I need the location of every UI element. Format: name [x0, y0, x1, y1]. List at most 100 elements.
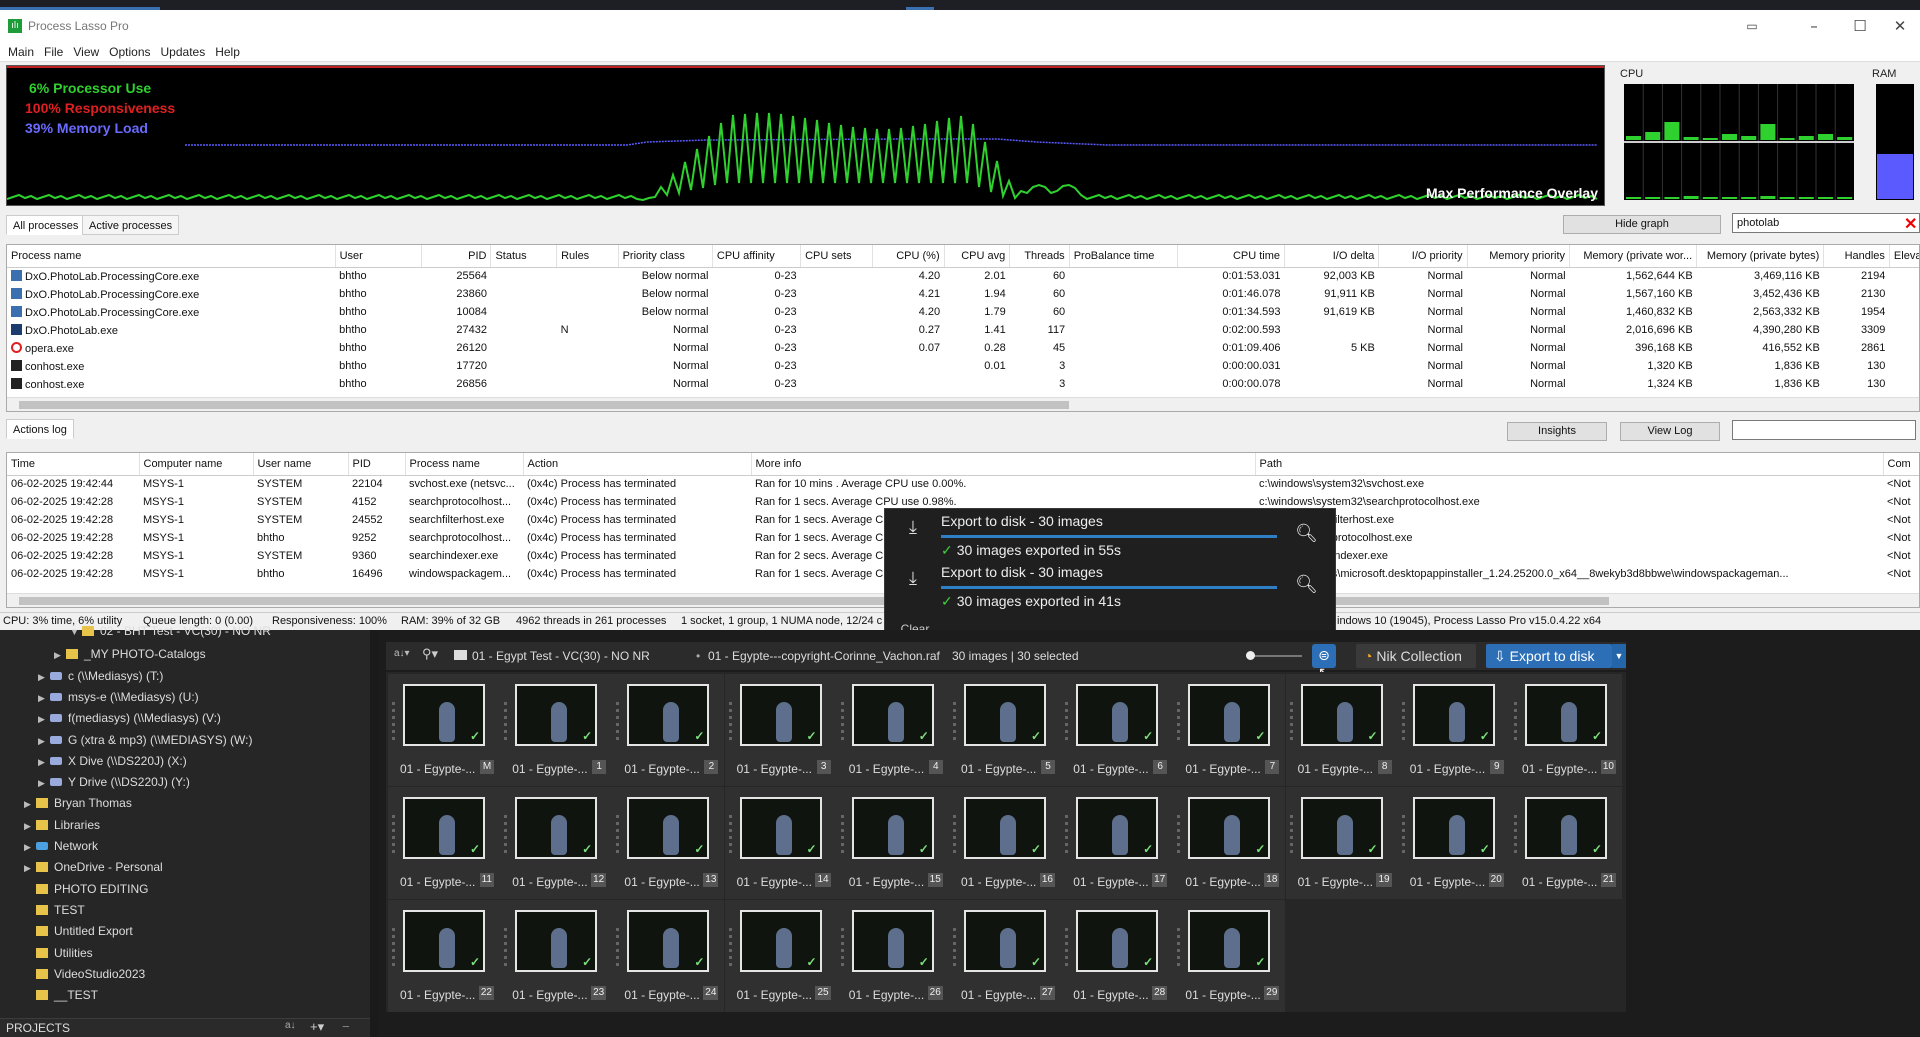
- process-row[interactable]: DxO.PhotoLab.ProcessingCore.exe bhtho 2556…: [7, 267, 1919, 285]
- rating-dots[interactable]: [1289, 702, 1293, 742]
- image-thumbnail[interactable]: ✓ 01 - Egypte-... 19: [1285, 787, 1398, 899]
- folder-tree-item[interactable]: Untitled Export: [24, 924, 133, 938]
- process-column-header[interactable]: CPU (%): [872, 245, 945, 268]
- image-thumbnail[interactable]: ✓ 01 - Egypte-... 20: [1397, 787, 1510, 899]
- image-thumbnail[interactable]: ✓ 01 - Egypte-... M: [388, 674, 500, 786]
- log-column-header[interactable]: Path: [1255, 453, 1884, 476]
- filter-icon[interactable]: ⚲▾: [422, 646, 438, 662]
- process-row[interactable]: DxO.PhotoLab.ProcessingCore.exe bhtho 1008…: [7, 303, 1919, 321]
- image-thumbnail[interactable]: ✓ 01 - Egypte-... 21: [1510, 787, 1622, 899]
- rating-dots[interactable]: [1401, 702, 1405, 742]
- rating-dots[interactable]: [953, 815, 956, 855]
- menu-help[interactable]: Help: [215, 45, 240, 59]
- expand-caret-icon[interactable]: ▶: [38, 736, 50, 747]
- menu-updates[interactable]: Updates: [161, 45, 206, 59]
- expand-caret-icon[interactable]: ▼: [70, 627, 82, 637]
- expand-caret-icon[interactable]: ▶: [38, 714, 50, 725]
- rating-dots[interactable]: [728, 815, 732, 855]
- log-column-header[interactable]: Computer name: [139, 453, 254, 476]
- slider-handle[interactable]: [1246, 651, 1255, 660]
- image-thumbnail[interactable]: ✓ 01 - Egypte-... 11: [388, 787, 500, 899]
- menu-main[interactable]: Main: [8, 45, 34, 59]
- process-column-header[interactable]: I/O delta: [1284, 245, 1380, 268]
- log-column-header[interactable]: Com: [1883, 453, 1919, 476]
- close-button[interactable]: ✕: [1878, 10, 1920, 42]
- expand-caret-icon[interactable]: ▶: [38, 778, 50, 789]
- process-column-header[interactable]: Eleva: [1889, 245, 1919, 268]
- rating-dots[interactable]: [840, 702, 844, 742]
- export-to-disk-button[interactable]: ⇩ Export to disk: [1486, 644, 1612, 668]
- rating-dots[interactable]: [616, 702, 620, 742]
- rating-dots[interactable]: [616, 928, 620, 968]
- image-thumbnail[interactable]: ✓ 01 - Egypte-... 7: [1173, 674, 1286, 786]
- process-filter-input[interactable]: photolab: [1732, 213, 1920, 233]
- process-column-header[interactable]: CPU time: [1177, 245, 1285, 268]
- expand-caret-icon[interactable]: ▶: [24, 842, 36, 853]
- image-thumbnail[interactable]: ✓ 01 - Egypte-... 27: [949, 900, 1061, 1012]
- tab-actions-log[interactable]: Actions log: [6, 419, 74, 439]
- thumbnail-size-slider[interactable]: [1246, 651, 1302, 660]
- folder-tree-item[interactable]: ▶ Libraries: [24, 818, 100, 832]
- image-thumbnail[interactable]: ✓ 01 - Egypte-... 6: [1061, 674, 1174, 786]
- image-thumbnail[interactable]: ✓ 01 - Egypte-... 12: [500, 787, 613, 899]
- expand-caret-icon[interactable]: ▶: [24, 863, 36, 874]
- log-column-header[interactable]: User name: [253, 453, 349, 476]
- rating-dots[interactable]: [1177, 928, 1181, 968]
- image-thumbnail[interactable]: ✓ 01 - Egypte-... 15: [836, 787, 949, 899]
- rating-dots[interactable]: [1289, 815, 1293, 855]
- folder-tree-item[interactable]: ▶ G (xtra & mp3) (\\MEDIASYS) (W:): [38, 733, 252, 747]
- process-column-header[interactable]: CPU affinity: [712, 245, 802, 268]
- expand-caret-icon[interactable]: ▶: [24, 821, 36, 832]
- minimize-button[interactable]: –: [1792, 10, 1836, 42]
- rating-dots[interactable]: [953, 702, 956, 742]
- log-column-header[interactable]: Time: [7, 453, 140, 476]
- log-search-input[interactable]: [1732, 420, 1916, 440]
- sort-icon[interactable]: a↓▾: [394, 648, 410, 659]
- add-project-icon[interactable]: +▾: [310, 1019, 324, 1035]
- folder-tree-item[interactable]: ▶ OneDrive - Personal: [24, 860, 163, 874]
- log-column-header[interactable]: PID: [348, 453, 406, 476]
- rating-dots[interactable]: [392, 928, 395, 968]
- process-column-header[interactable]: Memory (private wor...: [1569, 245, 1698, 268]
- nik-collection-button[interactable]: ◔ Nik Collection: [1356, 644, 1476, 668]
- process-column-header[interactable]: ProBalance time: [1069, 245, 1179, 268]
- folder-tree-item[interactable]: ▶ Network: [24, 839, 98, 853]
- expand-caret-icon[interactable]: ▶: [38, 693, 50, 704]
- image-thumbnail[interactable]: ✓ 01 - Egypte-... 17: [1061, 787, 1174, 899]
- image-thumbnail[interactable]: ✓ 01 - Egypte-... 28: [1061, 900, 1174, 1012]
- log-column-header[interactable]: Action: [523, 453, 752, 476]
- rating-dots[interactable]: [392, 815, 395, 855]
- folder-tree-item[interactable]: ▶ c (\\Mediasys) (T:): [38, 669, 163, 683]
- maximize-button[interactable]: ☐: [1838, 10, 1882, 42]
- remove-project-icon[interactable]: −: [342, 1019, 350, 1034]
- image-thumbnail[interactable]: ✓ 01 - Egypte-... 22: [388, 900, 500, 1012]
- folder-tree-item[interactable]: ▶ X Dive (\\DS220J) (X:): [38, 754, 187, 768]
- process-column-header[interactable]: Priority class: [618, 245, 713, 268]
- rating-dots[interactable]: [1514, 702, 1517, 742]
- expand-caret-icon[interactable]: ▶: [38, 757, 50, 768]
- log-row[interactable]: 06-02-2025 19:42:44 MSYS-1 SYSTEM 22104 svch…: [7, 475, 1919, 493]
- process-column-header[interactable]: CPU avg: [944, 245, 1011, 268]
- folder-tree-item[interactable]: Utilities: [24, 946, 93, 960]
- image-thumbnail[interactable]: ✓ 01 - Egypte-... 5: [949, 674, 1061, 786]
- panel-divider[interactable]: [370, 630, 378, 1037]
- process-column-header[interactable]: Process name: [7, 245, 336, 268]
- folder-tree-item[interactable]: ▶ Y Drive (\\DS220J) (Y:): [38, 775, 190, 789]
- process-row[interactable]: DxO.PhotoLab.ProcessingCore.exe bhtho 2386…: [7, 285, 1919, 303]
- image-thumbnail[interactable]: ✓ 01 - Egypte-... 18: [1173, 787, 1286, 899]
- expand-caret-icon[interactable]: ▶: [38, 672, 50, 683]
- process-column-header[interactable]: Rules: [556, 245, 619, 268]
- process-column-header[interactable]: Handles: [1823, 245, 1890, 268]
- process-column-header[interactable]: Status: [490, 245, 558, 268]
- process-column-header[interactable]: User: [335, 245, 422, 268]
- tab-active-processes[interactable]: Active processes: [82, 215, 180, 235]
- folder-tree-item[interactable]: ▶ Bryan Thomas: [24, 796, 132, 810]
- rating-dots[interactable]: [728, 928, 732, 968]
- image-thumbnail[interactable]: ✓ 01 - Egypte-... 16: [949, 787, 1061, 899]
- image-thumbnail[interactable]: ✓ 01 - Egypte-... 1: [500, 674, 613, 786]
- folder-tree-item[interactable]: TEST: [24, 903, 85, 917]
- rating-dots[interactable]: [953, 928, 956, 968]
- rating-dots[interactable]: [840, 928, 844, 968]
- rating-dots[interactable]: [504, 702, 508, 742]
- image-thumbnail[interactable]: ✓ 01 - Egypte-... 26: [836, 900, 949, 1012]
